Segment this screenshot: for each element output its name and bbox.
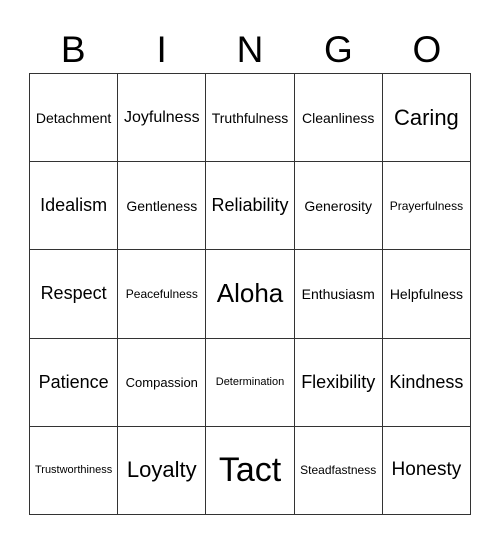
bingo-cell: Honesty	[382, 426, 471, 515]
bingo-cell: Kindness	[382, 338, 471, 427]
bingo-header: B I N G O	[29, 28, 471, 72]
bingo-grid: Detachment Joyfulness Truthfulness Clean…	[29, 73, 471, 515]
bingo-cell: Determination	[206, 338, 295, 427]
bingo-cell: Reliability	[206, 162, 295, 251]
bingo-cell: Patience	[30, 338, 119, 427]
header-letter-i: I	[156, 29, 167, 70]
header-letter-b: B	[60, 29, 86, 70]
bingo-cell: Joyfulness	[118, 74, 207, 163]
bingo-cell: Loyalty	[118, 426, 207, 515]
bingo-cell: Prayerfulness	[382, 162, 471, 251]
bingo-cell: Idealism	[30, 162, 119, 251]
bingo-cell: Caring	[382, 74, 471, 163]
bingo-cell: Compassion	[118, 338, 207, 427]
bingo-cell: Truthfulness	[206, 74, 295, 163]
bingo-cell: Helpfulness	[382, 250, 471, 339]
bingo-cell: Cleanliness	[294, 74, 383, 163]
header-letter-g: G	[324, 29, 353, 70]
bingo-cell: Flexibility	[294, 338, 383, 427]
bingo-cell: Enthusiasm	[294, 250, 383, 339]
bingo-cell: Aloha	[206, 250, 295, 339]
bingo-cell: Gentleness	[118, 162, 207, 251]
header-letter-o: O	[412, 29, 442, 70]
header-letter-n: N	[236, 29, 264, 70]
bingo-cell: Detachment	[30, 74, 119, 163]
bingo-cell: Respect	[30, 250, 119, 339]
bingo-cell: Tact	[206, 426, 295, 515]
bingo-cell: Peacefulness	[118, 250, 207, 339]
bingo-cell: Steadfastness	[294, 426, 383, 515]
bingo-cell: Trustworthiness	[30, 426, 119, 515]
bingo-cell: Generosity	[294, 162, 383, 251]
